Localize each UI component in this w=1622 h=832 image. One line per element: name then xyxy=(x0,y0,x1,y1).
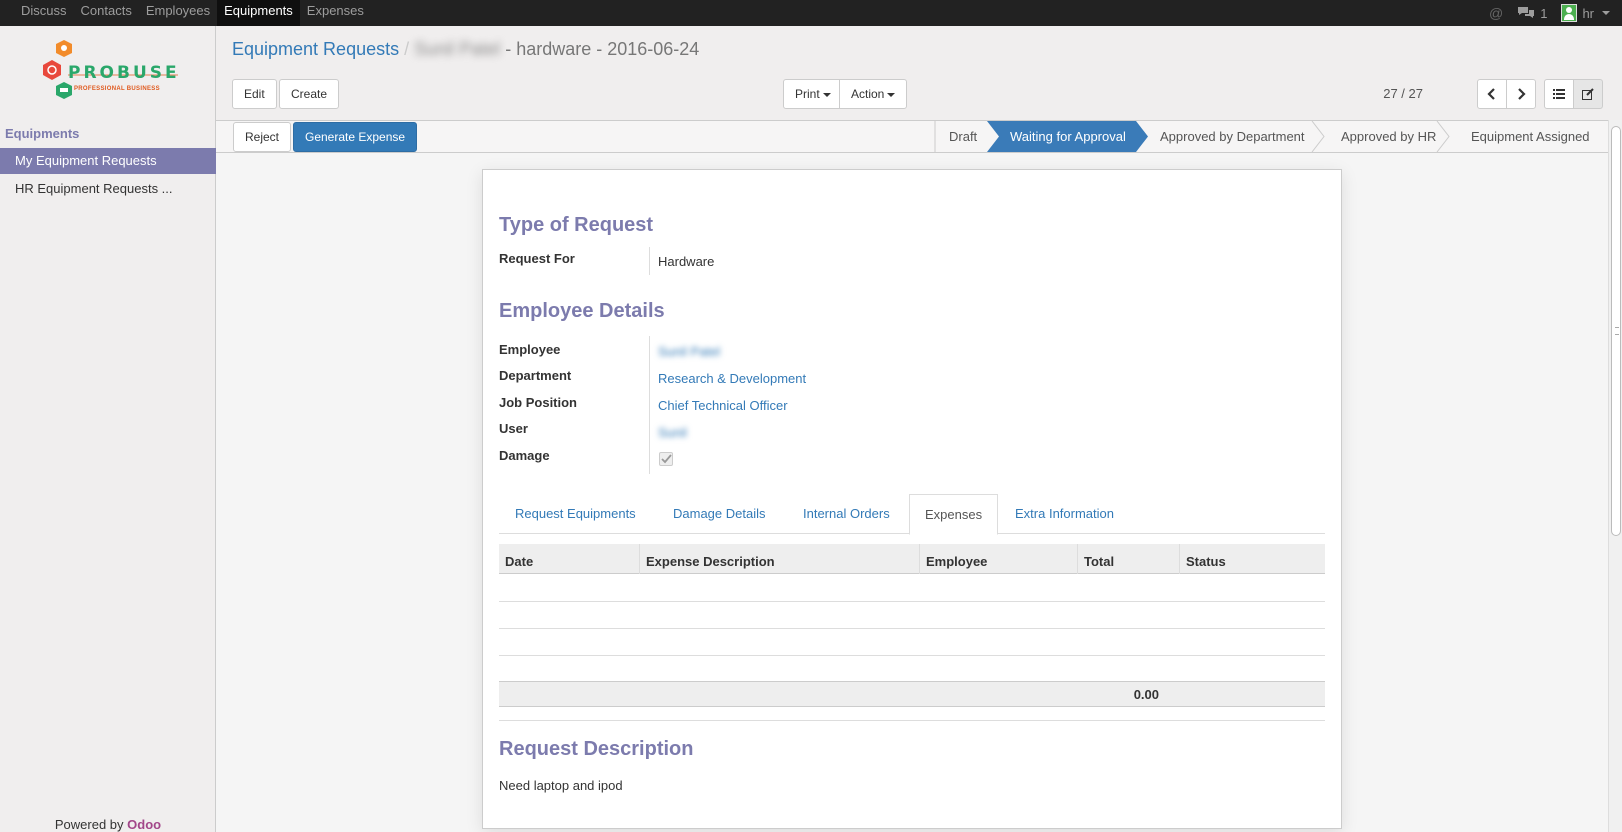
column-date[interactable]: Date xyxy=(499,544,639,574)
menu-discuss[interactable]: Discuss xyxy=(14,0,74,26)
status-bar: Reject Generate Expense Draft Waiting fo… xyxy=(216,120,1608,153)
create-button[interactable]: Create xyxy=(279,79,340,109)
action-label: Action xyxy=(851,87,885,101)
print-label: Print xyxy=(795,87,820,101)
chevron-down-icon xyxy=(1602,11,1610,15)
user-name: hr xyxy=(1582,5,1594,21)
previous-record-button[interactable] xyxy=(1477,79,1507,109)
breadcrumb: Equipment Requests / Sunil Patel - hardwar… xyxy=(232,39,699,60)
user-label: User xyxy=(499,421,528,436)
chevron-down-icon xyxy=(887,92,896,97)
mention-icon[interactable]: @ xyxy=(1489,5,1503,21)
type-of-request-heading: Type of Request xyxy=(499,214,654,236)
employee-value[interactable]: Sunil Patel xyxy=(658,344,720,359)
logo-tagline: PROFESSIONAL BUSINESS xyxy=(74,86,160,92)
table-row xyxy=(499,628,1325,629)
field-divider xyxy=(649,336,650,474)
pager-value[interactable]: 27 / 27 xyxy=(1383,86,1423,101)
powered-by: Powered by Odoo xyxy=(0,817,216,832)
column-total[interactable]: Total xyxy=(1077,544,1179,574)
request-description-text: Need laptop and ipod xyxy=(499,778,623,793)
total-sum: 0.00 xyxy=(1133,687,1159,702)
avatar xyxy=(1561,4,1578,22)
menu-equipments[interactable]: Equipments xyxy=(217,0,300,26)
job-position-label: Job Position xyxy=(499,395,577,410)
tab-expenses[interactable]: Expenses xyxy=(909,494,999,535)
scrollbar-grip xyxy=(1615,327,1619,335)
action-dropdown[interactable]: Action xyxy=(839,79,908,109)
damage-label: Damage xyxy=(499,448,550,463)
next-record-button[interactable] xyxy=(1506,79,1536,109)
request-for-value: Hardware xyxy=(658,254,715,269)
employee-label: Employee xyxy=(499,342,561,357)
stage-draft[interactable]: Draft xyxy=(949,121,977,152)
section-divider xyxy=(499,720,1325,721)
table-header: Date Expense Description Employee Total … xyxy=(499,544,1325,574)
stage-equipment-assigned[interactable]: Equipment Assigned xyxy=(1471,121,1590,152)
sidebar-item-my-equipment-requests[interactable]: My Equipment Requests xyxy=(0,148,216,174)
job-position-value[interactable]: Chief Technical Officer xyxy=(658,398,788,413)
tab-internal-orders[interactable]: Internal Orders xyxy=(803,494,890,534)
stage-approved-by-department[interactable]: Approved by Department xyxy=(1160,121,1305,152)
company-logo[interactable]: PROBUSE PROFESSIONAL BUSINESS xyxy=(38,38,188,114)
table-row xyxy=(499,655,1325,656)
edit-icon xyxy=(1582,88,1594,100)
control-panel: Equipment Requests / Sunil Patel - hardwar… xyxy=(216,26,1622,120)
chevron-left-icon xyxy=(1487,88,1495,100)
scrollbar-thumb[interactable] xyxy=(1611,126,1621,536)
field-divider xyxy=(649,247,650,275)
form-sheet: Type of Request Request For Hardware Emp… xyxy=(482,169,1342,829)
tab-extra-information[interactable]: Extra Information xyxy=(1015,494,1114,534)
check-icon xyxy=(661,454,672,464)
department-value[interactable]: Research & Development xyxy=(658,371,806,386)
scrollbar[interactable] xyxy=(1608,120,1622,832)
menu-contacts[interactable]: Contacts xyxy=(74,0,139,26)
damage-checkbox[interactable] xyxy=(659,452,673,466)
breadcrumb-separator: / xyxy=(404,39,410,59)
table-row xyxy=(499,601,1325,602)
table-footer: 0.00 xyxy=(499,681,1325,707)
messages-button[interactable]: 1 xyxy=(1517,6,1547,21)
column-employee[interactable]: Employee xyxy=(919,544,1077,574)
powered-by-text: Powered by xyxy=(54,817,124,832)
edit-button[interactable]: Edit xyxy=(232,79,277,109)
user-menu[interactable]: hr xyxy=(1561,4,1610,22)
print-dropdown[interactable]: Print xyxy=(783,79,843,109)
tab-request-equipments[interactable]: Request Equipments xyxy=(515,494,636,534)
logo-wordmark: PROBUSE xyxy=(68,63,180,83)
tab-damage-details[interactable]: Damage Details xyxy=(673,494,766,534)
menu-employees[interactable]: Employees xyxy=(139,0,217,26)
chat-icon xyxy=(1518,7,1535,18)
list-view-button[interactable] xyxy=(1544,79,1574,109)
chevron-right-icon xyxy=(1518,88,1526,100)
top-navbar: Discuss Contacts Employees Equipments Ex… xyxy=(0,0,1622,26)
column-status[interactable]: Status xyxy=(1179,544,1325,574)
sidebar: PROBUSE PROFESSIONAL BUSINESS Equipments… xyxy=(0,26,216,832)
list-icon xyxy=(1553,89,1565,99)
menu-expenses[interactable]: Expenses xyxy=(300,0,371,26)
stage-approved-by-hr[interactable]: Approved by HR xyxy=(1341,121,1436,152)
user-value[interactable]: Sunil xyxy=(658,425,687,440)
breadcrumb-current: - hardware - 2016-06-24 xyxy=(505,39,700,59)
odoo-link[interactable]: Odoo xyxy=(127,817,161,832)
department-label: Department xyxy=(499,368,572,383)
employee-details-heading: Employee Details xyxy=(499,300,665,322)
message-count: 1 xyxy=(1540,5,1548,21)
sidebar-section-title: Equipments xyxy=(5,126,80,141)
request-description-heading: Request Description xyxy=(499,738,694,760)
breadcrumb-employee-name: Sunil Patel xyxy=(414,39,501,59)
stage-waiting-for-approval[interactable]: Waiting for Approval xyxy=(1010,121,1126,152)
form-view-button[interactable] xyxy=(1573,79,1603,109)
notebook-tabs: Request Equipments Damage Details Intern… xyxy=(499,494,1325,535)
chevron-down-icon xyxy=(822,92,831,97)
sidebar-item-hr-equipment-requests[interactable]: HR Equipment Requests ... xyxy=(0,176,216,202)
column-expense-description[interactable]: Expense Description xyxy=(639,544,919,574)
app-menu: Discuss Contacts Employees Equipments Ex… xyxy=(0,0,371,26)
breadcrumb-equipment-requests[interactable]: Equipment Requests xyxy=(232,39,399,59)
request-for-label: Request For xyxy=(499,251,575,266)
